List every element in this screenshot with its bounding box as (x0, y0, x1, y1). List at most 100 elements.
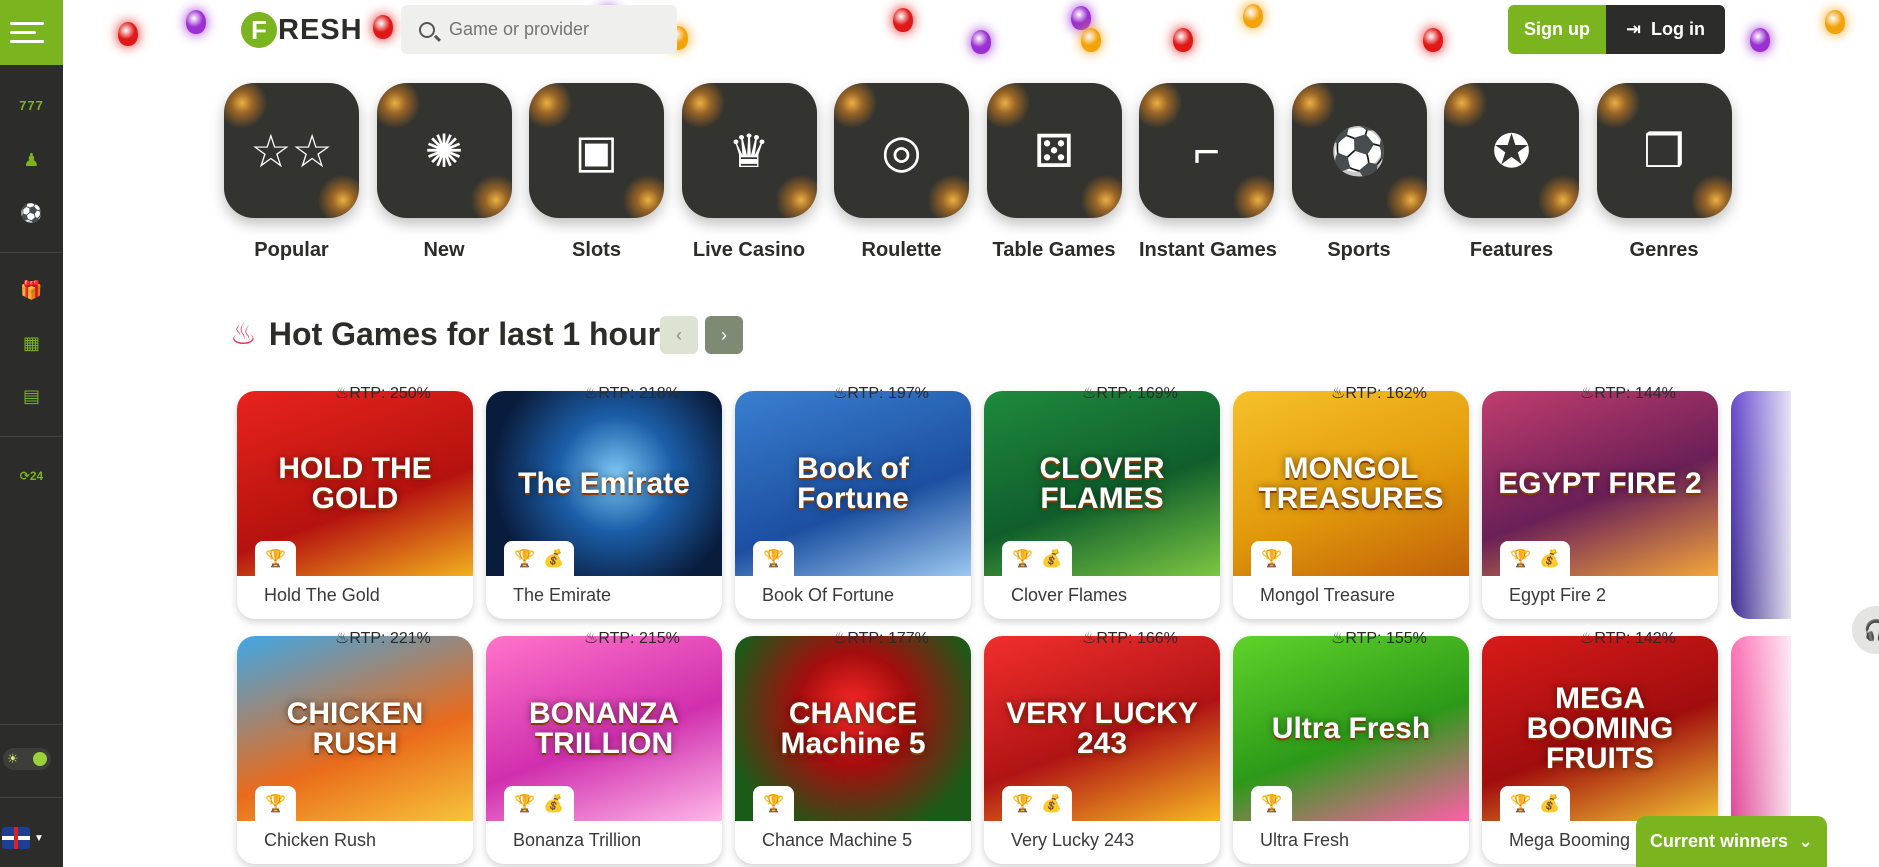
category-table-games[interactable]: ⚄ Table Games (986, 83, 1122, 262)
support-24-icon[interactable]: ⟳24 (0, 456, 63, 496)
carousel-prev-button[interactable]: ‹ (660, 316, 698, 354)
rtp-badge: ♨RTP: 155% (1331, 628, 1427, 648)
game-card-partial[interactable] (1731, 391, 1791, 619)
game-art-title: CHICKEN RUSH (286, 696, 424, 760)
category-label: Sports (1327, 239, 1391, 261)
theme-toggle[interactable]: ☀ (3, 748, 51, 770)
stars-icon: ☆☆ (250, 124, 333, 177)
money-bag-icon: 💰 (1041, 793, 1063, 813)
gift-icon[interactable]: 🎁 (0, 270, 63, 310)
flame-icon: ♨ (1331, 385, 1346, 402)
game-name[interactable]: Bonanza Trillion (513, 830, 641, 851)
uk-flag-icon (2, 827, 30, 849)
firework-decoration (986, 83, 1035, 133)
game-badges: 🏆 💰 (504, 541, 575, 576)
fresh-logo[interactable]: F RESH (241, 10, 363, 50)
game-card[interactable]: VERY LUCKY 243 🏆 💰 Very Lucky 243 (984, 636, 1220, 864)
flame-icon: ♨ (1331, 630, 1346, 647)
game-badges: 🏆 (753, 541, 795, 576)
game-name[interactable]: Ultra Fresh (1260, 830, 1349, 851)
news-icon[interactable]: ▤ (0, 376, 63, 416)
category-tile[interactable]: ◎ (834, 83, 969, 218)
flame-icon: ♨ (1580, 385, 1595, 402)
game-name[interactable]: Book Of Fortune (762, 585, 894, 606)
category-instant-games[interactable]: ⌐ Instant Games (1139, 83, 1277, 262)
sign-up-button[interactable]: Sign up (1508, 5, 1606, 54)
live-casino-icon[interactable]: ♟ (0, 140, 63, 180)
sports-icon[interactable]: ⚽ (0, 193, 63, 233)
game-card[interactable]: HOLD THE GOLD 🏆 Hold The Gold (237, 391, 473, 619)
game-name[interactable]: Mongol Treasure (1260, 585, 1395, 606)
search-input[interactable] (449, 19, 649, 40)
category-tile[interactable]: ⌐ (1139, 83, 1274, 218)
game-name[interactable]: Chance Machine 5 (762, 830, 912, 851)
category-tile[interactable]: ⚄ (986, 83, 1122, 218)
category-tile[interactable]: ♛ (681, 83, 817, 218)
log-in-button[interactable]: ⇥ Log in (1606, 5, 1725, 54)
game-card[interactable]: BONANZA TRILLION 🏆 💰 Bonanza Trillion (486, 636, 722, 864)
rtp-badge: ♨RTP: 169% (1082, 383, 1178, 403)
current-winners-button[interactable]: Current winners ⌄ (1636, 816, 1827, 867)
category-tile[interactable]: ⚽ (1291, 83, 1427, 218)
category-tile[interactable]: ☆☆ (224, 83, 359, 218)
game-name[interactable]: Hold The Gold (264, 585, 380, 606)
game-name[interactable]: Mega Booming (1509, 830, 1630, 851)
category-features[interactable]: ✪ Features (1444, 83, 1579, 262)
game-card[interactable]: EGYPT FIRE 2 🏆 💰 Egypt Fire 2 (1482, 391, 1718, 619)
game-badges: 🏆 (255, 786, 297, 821)
rtp-badge: ♨RTP: 215% (584, 628, 680, 648)
game-badges: 🏆 💰 (1002, 541, 1073, 576)
game-card[interactable]: Book of Fortune 🏆 Book Of Fortune (735, 391, 971, 619)
carousel-next-button[interactable]: › (705, 316, 743, 354)
current-winners-label: Current winners (1649, 831, 1788, 851)
search-box[interactable] (401, 5, 677, 54)
game-badges: 🏆 (753, 786, 795, 821)
category-live-casino[interactable]: ♛ Live Casino (681, 83, 817, 262)
game-name[interactable]: Chicken Rush (264, 830, 376, 851)
game-name[interactable]: Very Lucky 243 (1011, 830, 1134, 851)
category-tile[interactable]: ❒ (1596, 83, 1732, 218)
category-popular[interactable]: ☆☆ Popular (224, 83, 359, 262)
slots-icon[interactable]: 777 (0, 85, 63, 125)
game-art-title: VERY LUCKY 243 (1006, 696, 1198, 760)
category-new[interactable]: ✺ New (376, 83, 512, 262)
game-name[interactable]: The Emirate (513, 585, 611, 606)
category-tile[interactable]: ▣ (529, 83, 664, 218)
sidebar-divider (0, 252, 63, 253)
trophy-icon: 🏆 (763, 793, 785, 813)
game-badges: 🏆 💰 (1500, 541, 1571, 576)
category-label: Table Games (992, 239, 1116, 261)
flame-icon: ♨ (335, 385, 350, 402)
category-tile[interactable]: ✺ (376, 83, 512, 218)
calendar-icon[interactable]: ▦ (0, 323, 63, 363)
game-card[interactable]: Ultra Fresh 🏆 Ultra Fresh (1233, 636, 1469, 864)
firework-decoration (1380, 170, 1427, 218)
rtp-badge: ♨RTP: 177% (833, 628, 929, 648)
flame-icon: ♨ (335, 630, 350, 647)
language-selector[interactable]: ▼ (0, 820, 63, 856)
game-card[interactable]: The Emirate 🏆 💰 The Emirate (486, 391, 722, 619)
game-name[interactable]: Clover Flames (1011, 585, 1127, 606)
game-card[interactable]: CHANCE Machine 5 🏆 Chance Machine 5 (735, 636, 971, 864)
firework-decoration (529, 83, 577, 133)
game-card[interactable]: CHICKEN RUSH 🏆 Chicken Rush (237, 636, 473, 864)
trophy-icon: 🏆 (1510, 793, 1532, 813)
game-card[interactable]: CLOVER FLAMES 🏆 💰 Clover Flames (984, 391, 1220, 619)
game-card[interactable]: MONGOL TREASURES 🏆 Mongol Treasure (1233, 391, 1469, 619)
game-art-title: Book of Fortune (797, 451, 909, 515)
category-genres[interactable]: ❒ Genres (1596, 83, 1732, 262)
firework-decoration (618, 170, 664, 218)
game-art-title: The Emirate (518, 466, 690, 500)
rtp-value: RTP: 177% (847, 630, 929, 647)
category-roulette[interactable]: ◎ Roulette (834, 83, 969, 262)
headset-support-icon[interactable]: 🎧 (1852, 606, 1879, 654)
game-name[interactable]: Egypt Fire 2 (1509, 585, 1606, 606)
hot-games-title: Hot Games for last 1 hour (268, 316, 661, 352)
category-slots[interactable]: ▣ Slots (529, 83, 664, 262)
category-tile[interactable]: ✪ (1444, 83, 1579, 218)
category-sports[interactable]: ⚽ Sports (1291, 83, 1427, 262)
menu-toggle-button[interactable] (0, 0, 63, 65)
game-art-title: CHANCE Machine 5 (780, 696, 926, 760)
flame-icon: ♨ (1580, 630, 1595, 647)
firework-decoration (376, 83, 425, 133)
